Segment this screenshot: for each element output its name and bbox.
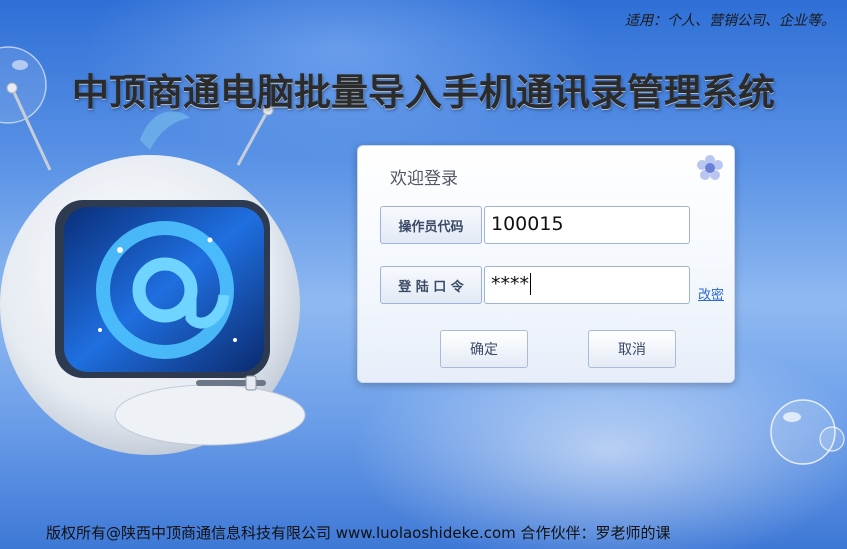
text-cursor [530, 273, 531, 295]
login-heading: 欢迎登录 [390, 169, 458, 189]
confirm-button[interactable]: 确定 [440, 330, 528, 368]
bubble-icon [819, 426, 845, 452]
password-input[interactable]: **** [484, 266, 690, 304]
flower-icon [697, 155, 723, 180]
app-title: 中顶商通电脑批量导入手机通讯录管理系统 [72, 71, 775, 114]
password-label: 登 陆 口 令 [380, 266, 482, 304]
operator-code-label: 操作员代码 [380, 206, 482, 244]
cancel-button[interactable]: 取消 [588, 330, 676, 368]
change-password-link[interactable]: 改密 [698, 284, 724, 303]
operator-code-input[interactable]: 100015 [484, 206, 690, 244]
password-value: **** [491, 273, 529, 295]
footer-copyright: 版权所有@陕西中顶商通信息科技有限公司 www.luolaoshideke.co… [46, 524, 671, 542]
applicable-note: 适用：个人、营销公司、企业等。 [625, 13, 835, 29]
tv-at-icon [0, 82, 306, 455]
login-panel: 欢迎登录 操作员代码 100015 登 陆 口 令 **** 改密 确定 取消 [357, 145, 735, 383]
